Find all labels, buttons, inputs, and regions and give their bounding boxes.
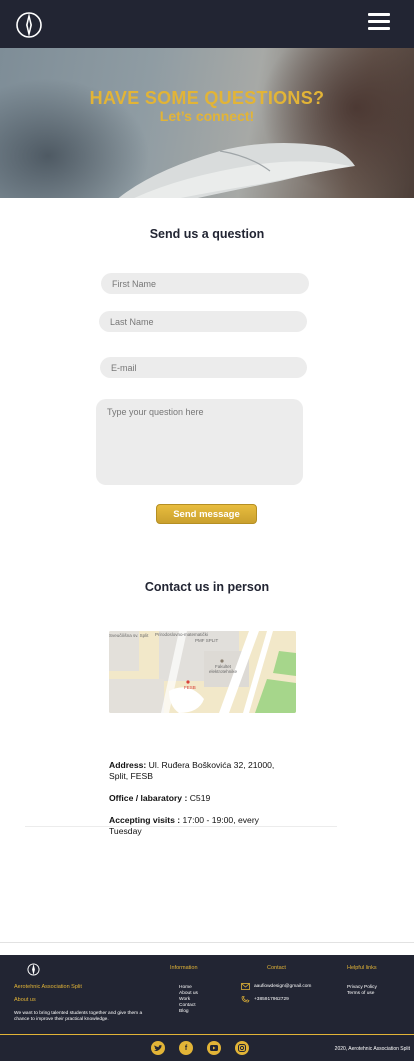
- twitter-icon[interactable]: [151, 1041, 165, 1055]
- send-message-button[interactable]: Send message: [156, 504, 257, 524]
- copyright: 2020, Aerotehnic Association Split: [334, 1046, 410, 1052]
- contact-title: Contact us in person: [144, 580, 270, 594]
- visits-label: Accepting visits :: [109, 815, 181, 825]
- hero-banner: HAVE SOME QUESTIONS? Let’s connect!: [0, 48, 414, 198]
- address-label: Address:: [109, 760, 147, 770]
- footer-divider: [0, 1034, 414, 1035]
- email-input[interactable]: [100, 357, 307, 378]
- hero-title: HAVE SOME QUESTIONS?: [89, 88, 325, 108]
- phone-icon: [241, 996, 250, 1003]
- footer-about-text: We want to bring talented students toget…: [14, 1011, 143, 1022]
- youtube-icon[interactable]: [207, 1041, 221, 1055]
- form-title: Send us a question: [149, 227, 265, 241]
- address-info: Address: Ul. Ruđera Boškovića 32, 21000,…: [109, 760, 284, 782]
- footer-contact-heading: Contact: [267, 965, 286, 971]
- map-label: Sveučilišna sv. Split: [109, 633, 149, 638]
- office-label: Office / labaratory :: [109, 793, 188, 803]
- divider: [25, 826, 337, 827]
- office-value: C519: [189, 793, 211, 803]
- map-label: Prirodoslovno-matematički: [155, 632, 209, 637]
- question-textarea[interactable]: [96, 399, 303, 485]
- instagram-icon[interactable]: [235, 1041, 249, 1055]
- hero-subtitle: Let’s connect!: [159, 108, 255, 124]
- footer-email[interactable]: aaufiowdesign@gmail.com: [254, 984, 311, 990]
- footer-phone[interactable]: +385917962729: [254, 997, 289, 1003]
- hero-aircraft-image: [118, 142, 355, 198]
- footer-helpful-heading: Helpful links: [347, 965, 377, 971]
- footer-about-heading: About us: [14, 997, 36, 1003]
- map-label: FESB: [184, 685, 196, 690]
- top-navbar: [0, 0, 414, 48]
- last-name-input[interactable]: [99, 311, 307, 332]
- footer-information-heading: Information: [170, 965, 198, 971]
- aerotehnic-logo-icon[interactable]: [27, 963, 40, 976]
- facebook-icon[interactable]: f: [179, 1041, 193, 1055]
- footer-link-terms[interactable]: Terms of use: [347, 991, 374, 997]
- mail-icon: [241, 983, 250, 990]
- map-label: elektrotehnike: [209, 669, 238, 674]
- hamburger-menu-icon[interactable]: [368, 13, 390, 33]
- footer: Aerotehnic Association Split About us We…: [0, 955, 414, 1061]
- office-info: Office / labaratory : C519: [109, 793, 284, 804]
- location-map[interactable]: Sveučilišna sv. Split Prirodoslovno-mate…: [109, 631, 296, 713]
- aerotehnic-logo-icon[interactable]: [15, 11, 43, 39]
- map-label: PMF SPLIT: [195, 638, 219, 643]
- footer-link-blog[interactable]: Blog: [179, 1009, 189, 1015]
- footer-org-name: Aerotehnic Association Split: [14, 984, 82, 990]
- divider: [0, 942, 414, 943]
- first-name-input[interactable]: [101, 273, 309, 294]
